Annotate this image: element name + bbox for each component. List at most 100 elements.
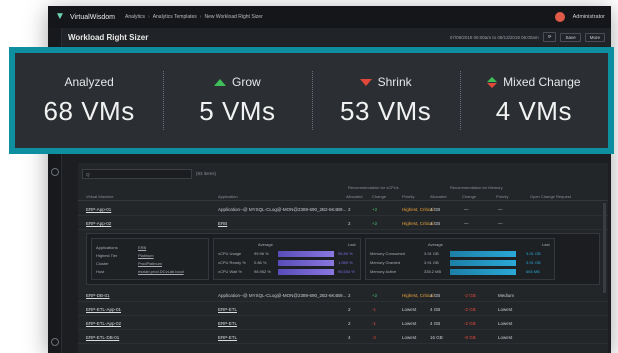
application-cell: Application--@ MYSQL-CLog@-MON@2389-690_…: [218, 207, 347, 212]
memory-priority-cell: —: [498, 221, 503, 226]
breadcrumb-separator: ›: [148, 14, 150, 20]
page-title: Workload Right Sizer: [68, 32, 149, 42]
cpu-allocated-cell: 4: [348, 335, 351, 340]
host-label: Host: [96, 269, 105, 274]
column-header[interactable]: Virtual Machine: [86, 194, 114, 199]
cpu-change-cell: +2: [372, 293, 378, 298]
cpu-metrics-box: Average Last vCPU Usage 99.96 % 98.89 % …: [213, 238, 361, 280]
metric-average: 3.91 GB: [424, 251, 439, 256]
vm-name-link[interactable]: ERP-App-01: [86, 207, 111, 212]
vm-name-link[interactable]: ERP-ETL-App-02: [86, 321, 121, 326]
notification-bell-icon[interactable]: [554, 12, 565, 22]
summary-highlight-banner: Analyzed 68 VMs Grow 5 VMs Shrink 53 VMs: [9, 47, 614, 154]
memory-change-cell: —: [464, 221, 469, 226]
application-cell[interactable]: ERP-ETL: [218, 321, 237, 326]
vm-name-link[interactable]: ERP-ETL-App-01: [86, 307, 121, 312]
column-header[interactable]: Application: [218, 194, 238, 199]
recommendations-table: Q (83 items) Recommendation for vCPUs Re…: [78, 163, 608, 353]
stat-mixed-value: 4 VMs: [495, 96, 572, 126]
table-row[interactable]: ERP-ETL-App-02 ERP-ETL 2 -1 Lowest 4 GB …: [78, 317, 608, 330]
table-header: Virtual Machine Application Allocated Ch…: [78, 192, 608, 201]
memory-allocated-cell: 4 GB: [430, 307, 441, 312]
vm-name-link[interactable]: ERP-DB-01: [86, 293, 110, 298]
stat-shrink-label: Shrink: [359, 74, 412, 90]
breadcrumb-analytics-templates[interactable]: Analytics Templates: [153, 14, 197, 20]
metric-sparkline: [278, 260, 334, 266]
metric-average: 335.2 MB: [424, 269, 442, 274]
top-navigation-bar: ▼ VirtualWisdom Analytics › Analytics Te…: [48, 6, 611, 28]
host-value[interactable]: esxlab.prod.DCvLab.local: [138, 269, 184, 274]
more-button[interactable]: More: [584, 32, 605, 42]
save-button[interactable]: Save: [560, 32, 581, 42]
memory-allocated-cell: 4 GB: [430, 207, 441, 212]
metric-name: vCPU Usage: [218, 251, 242, 256]
metric-name: Memory Consumed: [370, 251, 405, 256]
brand-logo-icon: ▼: [55, 11, 65, 22]
metric-average: 0.86 %: [254, 260, 267, 265]
metric-sparkline: [278, 251, 334, 257]
table-row[interactable]: ERP-ETL-App-01 ERP-ETL 2 -1 Lowest 4 GB …: [78, 303, 608, 316]
metric-name: vCPU Wait %: [218, 269, 243, 274]
arrow-up-down-icon: [487, 76, 498, 88]
breadcrumb-separator: ›: [199, 14, 202, 20]
metric-last: 98.89 %: [338, 251, 353, 256]
cpu-priority-cell: Lowest: [402, 321, 417, 326]
cluster-value[interactable]: ProdPlatinum: [138, 261, 162, 266]
group-header-cpu: Recommendation for vCPUs: [348, 185, 399, 190]
table-row[interactable]: ERP-ETL-DB-01 ERP-ETL 4 -2 Lowest 16 GB …: [78, 331, 608, 344]
stat-mixed-change: Mixed Change 4 VMs: [459, 53, 608, 148]
last-label: Last: [542, 242, 550, 247]
column-header[interactable]: Open Change Request: [530, 194, 571, 199]
highest-tier-value[interactable]: Platinum: [138, 253, 154, 258]
memory-metrics-box: Average Last Memory Consumed 3.91 GB 3.9…: [365, 238, 555, 280]
sidebar-nav-icon[interactable]: [51, 168, 59, 176]
application-cell[interactable]: ERB: [218, 221, 227, 226]
cpu-allocated-cell: 2: [348, 221, 351, 226]
column-header[interactable]: Change: [372, 194, 386, 199]
vm-info-box: Applications ERB Highest Tier Platinum C…: [91, 238, 209, 280]
memory-change-cell: -8 GB: [464, 335, 476, 340]
memory-change-cell: -2 GB: [464, 293, 476, 298]
memory-change-cell: -2 GB: [464, 307, 476, 312]
cpu-priority-cell: Highest, Critical: [402, 221, 434, 226]
stat-grow-label-text: Grow: [232, 75, 261, 89]
metric-name: Memory Granted: [370, 260, 401, 265]
column-header[interactable]: Allocated: [346, 194, 362, 199]
page-header-actions: 07/09/2019 06:00am to 08/13/2019 06:00am…: [450, 32, 605, 42]
refresh-icon[interactable]: ⟳: [542, 32, 557, 42]
row-detail-panel: Applications ERB Highest Tier Platinum C…: [86, 233, 600, 285]
search-input[interactable]: Q: [82, 169, 192, 179]
applications-value[interactable]: ERB: [138, 245, 146, 250]
column-header[interactable]: Change: [462, 194, 476, 199]
items-count: (83 items): [196, 171, 217, 176]
column-header[interactable]: Priority: [496, 194, 508, 199]
cpu-priority-cell: Lowest: [402, 307, 417, 312]
breadcrumb: Analytics › Analytics Templates › New Wo…: [125, 14, 263, 20]
memory-priority-cell: Lowest: [498, 335, 513, 340]
stat-analyzed-label: Analyzed: [64, 74, 113, 90]
stat-mixed-label: Mixed Change: [487, 74, 581, 90]
date-range-picker[interactable]: 07/09/2019 06:00am to 08/13/2019 06:00am: [450, 35, 539, 40]
column-header[interactable]: Priority: [402, 194, 414, 199]
table-row[interactable]: ERP-App-02 ERB 2 +2 Highest, Critical 4 …: [78, 217, 608, 230]
arrow-up-icon: [214, 78, 227, 86]
metric-last: 3.91 GB: [526, 260, 541, 265]
stat-mixed-label-text: Mixed Change: [503, 75, 581, 89]
breadcrumb-analytics[interactable]: Analytics: [125, 14, 145, 20]
table-scrollbar[interactable]: [603, 203, 606, 293]
memory-priority-cell: Medium: [498, 293, 515, 298]
column-header[interactable]: Allocated: [430, 194, 446, 199]
user-menu[interactable]: Administrator: [573, 14, 605, 20]
metric-sparkline: [450, 269, 516, 275]
application-cell[interactable]: ERP-ETL: [218, 307, 237, 312]
table-row[interactable]: ERP-App-01 Application--@ MYSQL-CLog@-MO…: [78, 203, 608, 216]
brand-name: VirtualWisdom: [70, 13, 115, 21]
vm-name-link[interactable]: ERP-App-02: [86, 221, 111, 226]
memory-allocated-cell: 4 GB: [430, 293, 441, 298]
stat-shrink-label-text: Shrink: [377, 75, 412, 89]
table-row[interactable]: ERP-DB-01 Application--@ MYSQL-CLog@-MON…: [78, 289, 608, 302]
average-label: Average: [428, 242, 443, 247]
application-cell[interactable]: ERP-ETL: [218, 335, 237, 340]
vm-name-link[interactable]: ERP-ETL-DB-01: [86, 335, 119, 340]
user-profile-icon[interactable]: [51, 338, 59, 346]
